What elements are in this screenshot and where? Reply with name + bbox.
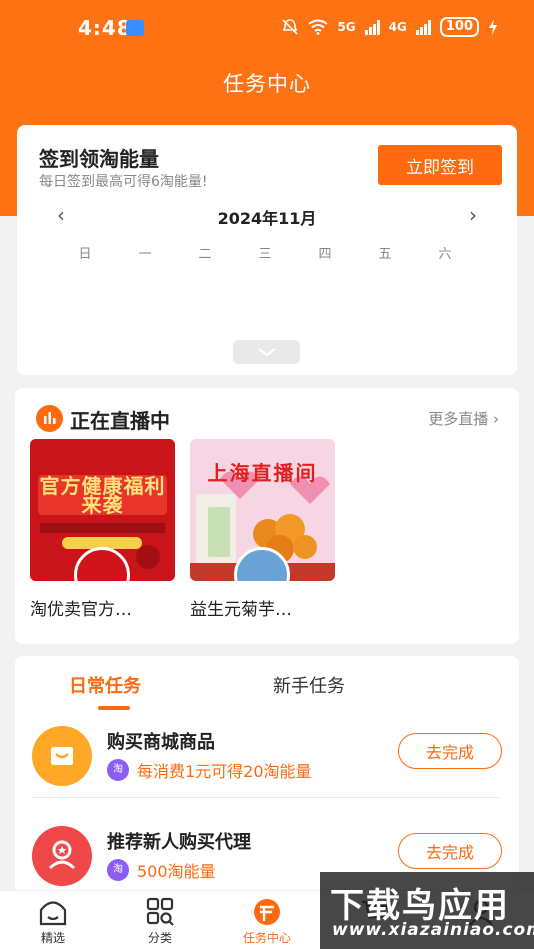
- page-title: 任务中心: [223, 72, 311, 96]
- weekday-label: 一: [138, 247, 152, 262]
- more-live-link[interactable]: 更多直播 ›: [428, 408, 499, 429]
- divider: [32, 797, 500, 798]
- live-card: 正在直播中 更多直播 › 官方健康福利来袭 淘优卖官方… 上海直播间 益生元菊芋…: [15, 388, 519, 644]
- task-reward-text: 500淘能量: [137, 862, 216, 881]
- live-stream-banner: 官方健康福利来袭: [39, 474, 166, 517]
- nav-item-featured[interactable]: 精选: [23, 897, 83, 946]
- live-stream-card[interactable]: 上海直播间 益生元菊芋…: [190, 439, 335, 620]
- home-icon: [39, 901, 67, 926]
- live-stream-card[interactable]: 官方健康福利来袭 淘优卖官方…: [30, 439, 175, 620]
- tao-badge-icon: 淘: [107, 859, 129, 881]
- live-stream-thumbnail: 上海直播间: [190, 439, 335, 581]
- signal-icon-2: [415, 19, 431, 35]
- task-complete-button[interactable]: 去完成: [398, 733, 502, 769]
- weekday-label: 二: [198, 247, 212, 262]
- weekday-label: 五: [378, 247, 392, 262]
- signin-card: 签到领淘能量 每日签到最高可得6淘能量! 立即签到 ‹ 2024年11月 › 日…: [17, 125, 517, 375]
- status-bar: 4:48 5G 4G 100: [0, 0, 534, 58]
- status-time: 4:48: [78, 16, 132, 40]
- live-icon: [36, 405, 63, 432]
- weekday-label: 日: [78, 247, 92, 262]
- tao-badge-icon: 淘: [107, 759, 129, 781]
- calendar-month: 2024年11月: [217, 209, 317, 228]
- signin-button[interactable]: 立即签到: [378, 145, 502, 185]
- nav-label: 精选: [40, 931, 65, 945]
- nav-item-category[interactable]: 分类: [130, 897, 190, 946]
- watermark-url: www.xiazainiao.com: [332, 920, 534, 940]
- chevron-right-icon[interactable]: ›: [463, 205, 483, 225]
- task-reward: 淘 500淘能量: [107, 858, 216, 882]
- task-reward: 淘 每消费1元可得20淘能量: [107, 758, 312, 782]
- signin-title: 签到领淘能量: [39, 147, 159, 171]
- charging-icon: [489, 19, 497, 35]
- more-live-label: 更多直播: [428, 410, 489, 428]
- active-tab-indicator: [98, 706, 130, 710]
- task-complete-button[interactable]: 去完成: [398, 833, 502, 869]
- calendar-weekdays: 日 一 二 三 四 五 六: [65, 243, 465, 262]
- shopping-bag-icon: [32, 726, 92, 786]
- notification-app-icon: [126, 20, 144, 36]
- live-stream-thumbnail: 官方健康福利来袭: [30, 439, 175, 581]
- weekday-label: 三: [258, 247, 272, 262]
- calendar-expand-button[interactable]: [233, 340, 300, 364]
- task-title: 推荐新人购买代理: [107, 832, 251, 853]
- invite-user-icon: [32, 826, 92, 886]
- live-section-title: 正在直播中: [70, 409, 170, 433]
- nav-label: 任务中心: [242, 931, 291, 945]
- task-reward-text: 每消费1元可得20淘能量: [137, 762, 312, 781]
- weekday-label: 四: [318, 247, 332, 262]
- task-title: 购买商城商品: [107, 732, 215, 753]
- signal-icon: [364, 19, 380, 35]
- live-stream-name: 淘优卖官方…: [30, 600, 132, 620]
- nav-label: 分类: [147, 931, 172, 945]
- live-stream-banner: 上海直播间: [207, 461, 318, 485]
- category-icon: [146, 897, 174, 926]
- task-icon: [254, 899, 280, 925]
- battery-indicator: 100: [439, 17, 479, 37]
- chevron-down-icon: [257, 348, 276, 357]
- network-5g-label: 5G: [337, 20, 356, 34]
- tab-daily-tasks[interactable]: 日常任务: [69, 672, 141, 698]
- task-card: 日常任务 新手任务 购买商城商品 淘 每消费1元可得20淘能量 去完成 推荐新人…: [15, 656, 519, 896]
- watermark: 下载鸟应用 www.xiazainiao.com: [320, 872, 534, 949]
- network-4g-label: 4G: [388, 20, 407, 34]
- tab-newbie-tasks[interactable]: 新手任务: [273, 672, 345, 698]
- mute-icon: [282, 19, 299, 35]
- chevron-right-icon: ›: [493, 410, 499, 428]
- nav-item-task-center[interactable]: 任务中心: [237, 897, 297, 946]
- wifi-icon: [308, 19, 329, 35]
- status-icons: 5G 4G 100: [281, 17, 498, 37]
- signin-subtitle: 每日签到最高可得6淘能量!: [39, 174, 208, 190]
- task-item: 购买商城商品 淘 每消费1元可得20淘能量 去完成: [15, 720, 519, 800]
- weekday-label: 六: [438, 247, 452, 262]
- live-stream-name: 益生元菊芋…: [190, 600, 292, 620]
